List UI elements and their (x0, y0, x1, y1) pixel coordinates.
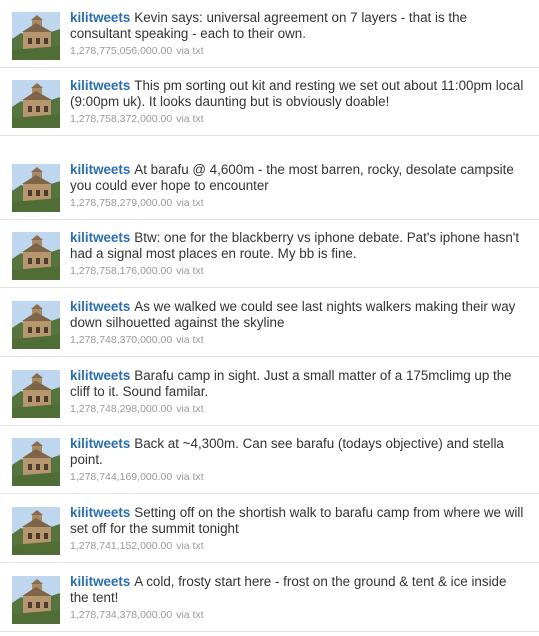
tweet-meta: 1,278,758,372,000.00 via txt (70, 113, 525, 125)
timestamp[interactable]: 1,278,734,378,000.00 (70, 609, 172, 621)
avatar[interactable] (12, 507, 60, 555)
tweet-meta: 1,278,741,152,000.00 via txt (70, 540, 525, 552)
username-link[interactable]: kilitweets (70, 368, 130, 383)
username-link[interactable]: kilitweets (70, 436, 130, 451)
tweet-message: Btw: one for the blackberry vs iphone de… (70, 230, 520, 261)
tweet-text: kilitweets Kevin says: universal agreemen… (70, 10, 525, 42)
tweet-content: kilitweets Btw: one for the blackberry vs… (70, 230, 525, 277)
username-link[interactable]: kilitweets (70, 574, 130, 589)
avatar[interactable] (12, 80, 60, 128)
tweet-text: kilitweets At barafu @ 4,600m - the most … (70, 162, 525, 194)
tweet-meta: 1,278,744,169,000.00 via txt (70, 471, 525, 483)
tweet-meta: 1,278,734,378,000.00 via txt (70, 609, 525, 621)
tweet-message: Setting off on the shortish walk to bara… (70, 505, 524, 536)
avatar[interactable] (12, 576, 60, 624)
tweet-content: kilitweets This pm sorting out kit and re… (70, 78, 525, 125)
tweet-content: kilitweets Setting off on the shortish wa… (70, 505, 525, 552)
tweet-text: kilitweets Btw: one for the blackberry vs… (70, 230, 525, 262)
tweet-meta: 1,278,758,176,000.00 via txt (70, 265, 525, 277)
username-link[interactable]: kilitweets (70, 230, 130, 245)
username-link[interactable]: kilitweets (70, 299, 130, 314)
tweet-message: Back at ~4,300m. Can see barafu (todays … (70, 436, 504, 467)
username-link[interactable]: kilitweets (70, 10, 130, 25)
tweet-message: At barafu @ 4,600m - the most barren, ro… (70, 162, 514, 193)
tweet-item: kilitweets A cold, frosty start here - fr… (0, 564, 539, 632)
tweet-meta: 1,278,758,279,000.00 via txt (70, 197, 525, 209)
tweet-message: This pm sorting out kit and resting we s… (70, 78, 524, 109)
via-text: via txt (176, 45, 204, 57)
tweet-content: kilitweets Kevin says: universal agreemen… (70, 10, 525, 57)
tweet-text: kilitweets Setting off on the shortish wa… (70, 505, 525, 537)
avatar[interactable] (12, 232, 60, 280)
tweet-text: kilitweets As we walked we could see last… (70, 299, 525, 331)
tweet-content: kilitweets At barafu @ 4,600m - the most … (70, 162, 525, 209)
tweet-meta: 1,278,748,370,000.00 via txt (70, 334, 525, 346)
tweet-content: kilitweets Barafu camp in sight. Just a s… (70, 368, 525, 415)
via-text: via txt (176, 540, 204, 552)
timestamp[interactable]: 1,278,748,370,000.00 (70, 334, 172, 346)
avatar[interactable] (12, 164, 60, 212)
timestamp[interactable]: 1,278,758,372,000.00 (70, 113, 172, 125)
via-text: via txt (176, 471, 204, 483)
tweet-text: kilitweets Barafu camp in sight. Just a s… (70, 368, 525, 400)
username-link[interactable]: kilitweets (70, 78, 130, 93)
via-text: via txt (176, 113, 204, 125)
tweet-meta: 1,278,775,056,000.00 via txt (70, 45, 525, 57)
avatar[interactable] (12, 370, 60, 418)
username-link[interactable]: kilitweets (70, 505, 130, 520)
timestamp[interactable]: 1,278,758,176,000.00 (70, 265, 172, 277)
tweet-message: As we walked we could see last nights wa… (70, 299, 516, 330)
tweet-item: kilitweets Kevin says: universal agreemen… (0, 0, 539, 68)
timestamp[interactable]: 1,278,758,279,000.00 (70, 197, 172, 209)
via-text: via txt (176, 403, 204, 415)
timestamp[interactable]: 1,278,741,152,000.00 (70, 540, 172, 552)
tweet-text: kilitweets A cold, frosty start here - fr… (70, 574, 525, 606)
tweet-content: kilitweets As we walked we could see last… (70, 299, 525, 346)
tweet-content: kilitweets Back at ~4,300m. Can see baraf… (70, 436, 525, 483)
tweet-item: kilitweets Back at ~4,300m. Can see baraf… (0, 426, 539, 494)
avatar[interactable] (12, 438, 60, 486)
tweet-timeline: kilitweets Kevin says: universal agreemen… (0, 0, 539, 636)
tweet-item: kilitweets Barafu camp in sight. Just a s… (0, 358, 539, 426)
timestamp[interactable]: 1,278,775,056,000.00 (70, 45, 172, 57)
tweet-message: A cold, frosty start here - frost on the… (70, 574, 507, 605)
tweet-item: kilitweets Setting off on the shortish wa… (0, 495, 539, 563)
avatar[interactable] (12, 301, 60, 349)
tweet-item: kilitweets As we walked we could see last… (0, 289, 539, 357)
via-text: via txt (176, 609, 204, 621)
avatar[interactable] (12, 12, 60, 60)
tweet-item: kilitweets At barafu @ 4,600m - the most … (0, 152, 539, 220)
tweet-meta: 1,278,748,298,000.00 via txt (70, 403, 525, 415)
tweet-text: kilitweets Back at ~4,300m. Can see baraf… (70, 436, 525, 468)
timestamp[interactable]: 1,278,744,169,000.00 (70, 471, 172, 483)
tweet-text: kilitweets This pm sorting out kit and re… (70, 78, 525, 110)
tweet-item: kilitweets This pm sorting out kit and re… (0, 68, 539, 136)
timestamp[interactable]: 1,278,748,298,000.00 (70, 403, 172, 415)
tweet-content: kilitweets A cold, frosty start here - fr… (70, 574, 525, 621)
via-text: via txt (176, 334, 204, 346)
tweet-item: kilitweets Btw: one for the blackberry vs… (0, 220, 539, 288)
via-text: via txt (176, 197, 204, 209)
via-text: via txt (176, 265, 204, 277)
username-link[interactable]: kilitweets (70, 162, 130, 177)
tweet-message: Barafu camp in sight. Just a small matte… (70, 368, 512, 399)
